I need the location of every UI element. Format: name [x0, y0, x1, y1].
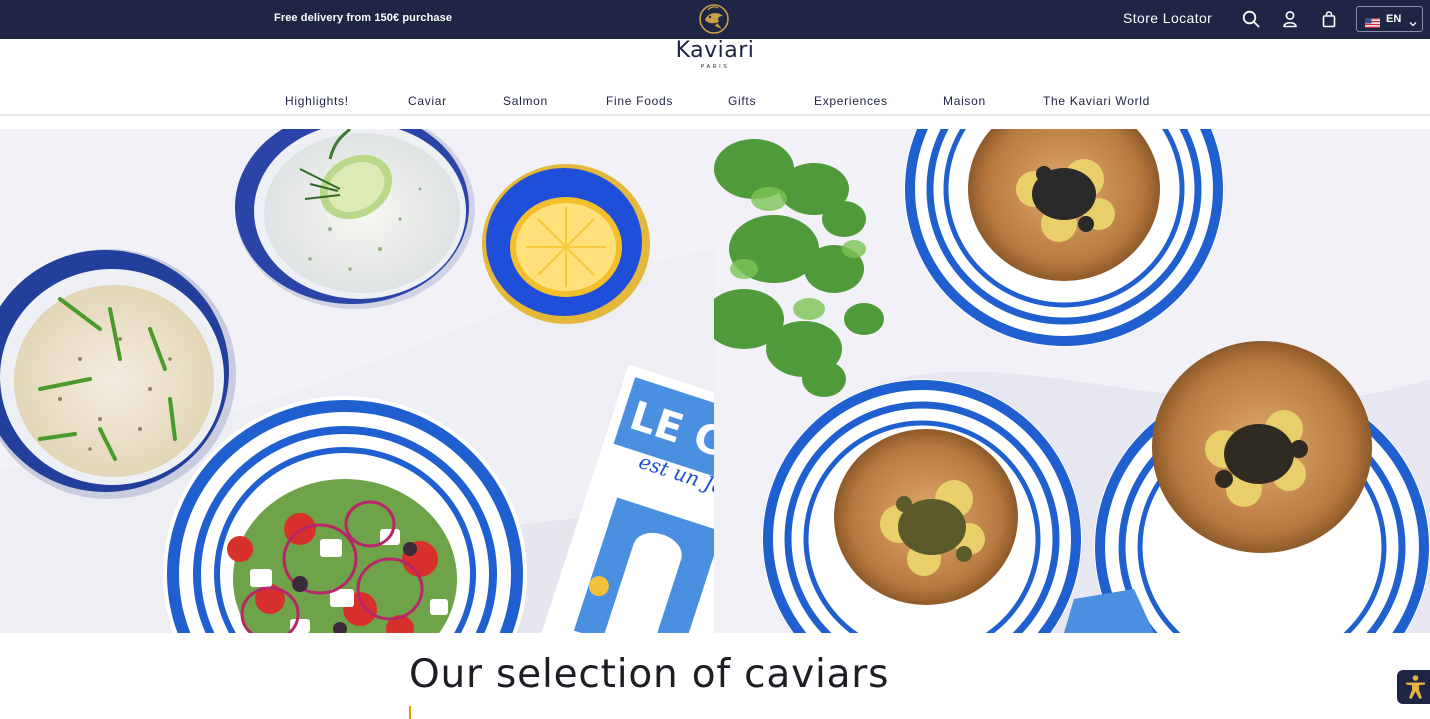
section-accent-bar	[409, 706, 411, 719]
accessibility-icon	[1406, 675, 1425, 699]
nav-divider	[0, 114, 1430, 116]
section-title: Our selection of caviars	[409, 652, 890, 697]
logo-subtitle: PARIS	[700, 64, 730, 70]
nav-item-maison[interactable]: Maison	[943, 94, 986, 108]
nav-item-kaviari-world[interactable]: The Kaviari World	[1043, 94, 1150, 108]
nav-item-caviar[interactable]: Caviar	[408, 94, 447, 108]
hero-image-caviar-potatoes[interactable]	[714, 129, 1430, 633]
us-flag-icon	[1365, 15, 1380, 28]
shopping-bag-icon[interactable]	[1319, 9, 1339, 29]
main-navigation: Highlights! Caviar Salmon Fine Foods Gif…	[0, 92, 1430, 114]
nav-item-fine-foods[interactable]: Fine Foods	[606, 94, 673, 108]
accessibility-button[interactable]	[1397, 670, 1430, 704]
nav-item-highlights[interactable]: Highlights!	[285, 94, 349, 108]
top-bar: Free delivery from 150€ purchase Store L…	[0, 0, 1430, 39]
store-locator-link[interactable]: Store Locator	[1123, 10, 1212, 26]
hero-image-mezze[interactable]: LE CAVIA est un Joy	[0, 129, 714, 633]
chevron-down-icon	[1409, 15, 1417, 27]
search-icon[interactable]	[1241, 9, 1261, 29]
logo-wordmark: Kaviari	[675, 38, 755, 63]
kaviari-emblem-icon[interactable]	[697, 3, 731, 35]
nav-item-gifts[interactable]: Gifts	[728, 94, 756, 108]
free-delivery-promo: Free delivery from 150€ purchase	[274, 12, 453, 24]
nav-item-experiences[interactable]: Experiences	[814, 94, 888, 108]
language-selector[interactable]: EN	[1356, 6, 1423, 32]
language-code: EN	[1386, 13, 1402, 25]
user-icon[interactable]	[1280, 9, 1300, 29]
nav-item-salmon[interactable]: Salmon	[503, 94, 548, 108]
kaviari-logo[interactable]: Kaviari PARIS	[668, 38, 762, 72]
